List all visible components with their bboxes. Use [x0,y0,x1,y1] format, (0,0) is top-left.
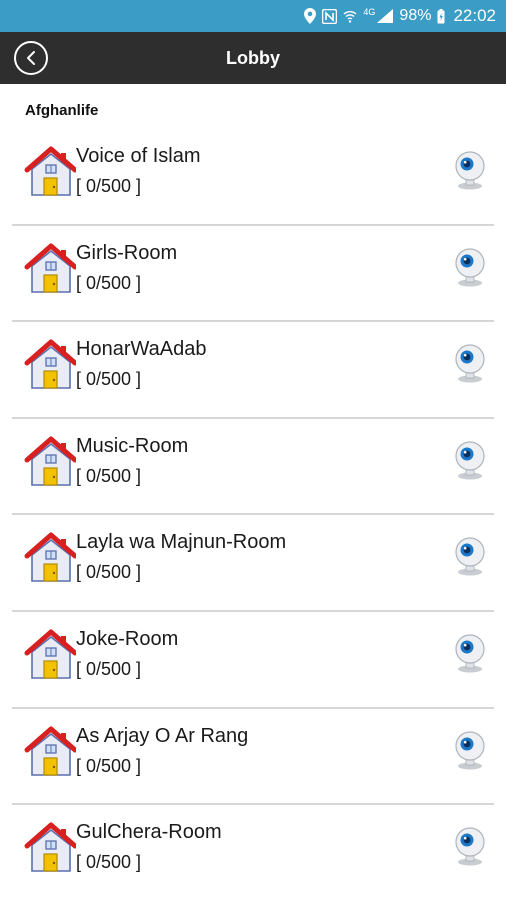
room-text: GulChera-Room [ 0/500 ] [76,819,222,875]
status-bar: 4G 98% 22:02 [0,0,506,32]
network-type-label: 4G [363,7,376,17]
clock: 22:02 [453,6,496,25]
wifi-calling-icon [343,9,357,23]
webcam-icon[interactable] [452,537,488,577]
room-user-count: [ 0/500 ] [76,658,142,679]
room-list-item[interactable]: Music-Room [ 0/500 ] [0,419,506,516]
signal-icon [377,9,394,23]
house-icon [24,145,78,197]
room-user-count: [ 0/500 ] [76,176,142,196]
room-name: GulChera-Room [76,821,222,844]
battery-icon [437,8,445,24]
room-list-item[interactable]: Voice of Islam [ 0/500 ] [0,129,506,226]
room-name: Layla wa Majnun-Room [76,531,287,554]
room-list-item[interactable]: Layla wa Majnun-Room [ 0/500 ] [0,515,506,612]
room-name: Joke-Room [76,627,179,650]
room-text: Layla wa Majnun-Room [ 0/500 ] [76,529,286,585]
room-list-item[interactable]: HonarWaAdab [ 0/500 ] [0,322,506,419]
webcam-icon[interactable] [452,827,488,867]
room-user-count: [ 0/500 ] [76,755,142,776]
back-button[interactable] [14,41,48,75]
house-icon [24,338,78,390]
webcam-icon[interactable] [452,344,488,384]
room-name: Music-Room [76,434,189,457]
webcam-icon[interactable] [452,151,488,191]
room-name: HonarWaAdab [76,338,207,361]
webcam-icon[interactable] [452,634,488,674]
room-name: Voice of Islam [76,145,201,167]
room-user-count: [ 0/500 ] [76,465,142,486]
room-text: HonarWaAdab [ 0/500 ] [76,336,206,392]
webcam-icon[interactable] [452,247,488,288]
house-icon [24,628,78,680]
room-name: As Arjay O Ar Rang [76,724,249,747]
room-text: Music-Room [ 0/500 ] [76,433,188,489]
room-user-count: [ 0/500 ] [76,272,142,293]
house-icon [24,725,78,777]
nfc-icon [322,8,338,24]
room-user-count: [ 0/500 ] [76,852,142,873]
webcam-icon[interactable] [452,730,488,771]
location-icon [304,8,317,24]
room-list-item[interactable]: Girls-Room [ 0/500 ] [0,226,506,323]
house-icon [24,531,78,583]
room-list-item[interactable]: GulChera-Room [ 0/500 ] [0,805,506,902]
room-text: Voice of Islam [ 0/500 ] [76,143,201,199]
room-user-count: [ 0/500 ] [76,562,142,583]
app-bar: Lobby [0,32,506,84]
room-list-item[interactable]: As Arjay O Ar Rang [ 0/500 ] [0,709,506,806]
room-text: As Arjay O Ar Rang [ 0/500 ] [76,723,248,779]
webcam-icon[interactable] [452,441,488,481]
battery-percent: 98% [399,7,432,24]
room-text: Girls-Room [ 0/500 ] [76,240,177,296]
room-text: Joke-Room [ 0/500 ] [76,626,178,682]
house-icon [24,242,78,294]
room-name: Girls-Room [76,241,178,264]
room-user-count: [ 0/500 ] [76,369,142,390]
page-title: Lobby [226,47,280,68]
house-icon [24,821,78,873]
section-title: Afghanlife [25,102,99,119]
back-arrow-icon [27,51,35,65]
room-list-item[interactable]: Joke-Room [ 0/500 ] [0,612,506,709]
house-icon [24,435,78,487]
room-list: Voice of Islam [ 0/500 ] Girls-Room [0/… [0,129,506,902]
